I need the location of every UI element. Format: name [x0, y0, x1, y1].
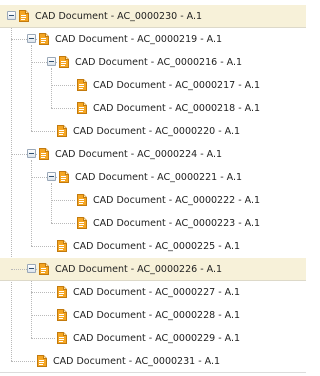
- tree-node[interactable]: CAD Document - AC_0000225 - A.1: [0, 235, 306, 258]
- collapse-toggle-icon[interactable]: [47, 172, 56, 181]
- cad-document-icon: [77, 194, 87, 206]
- tree-node-label: CAD Document - AC_0000228 - A.1: [73, 310, 241, 321]
- cad-document-icon: [39, 148, 49, 160]
- collapse-toggle-icon[interactable]: [47, 57, 56, 66]
- tree-connector-branch: [31, 292, 55, 293]
- cad-document-icon: [77, 79, 87, 91]
- cad-document-icon: [77, 102, 87, 114]
- document-tree: CAD Document - AC_0000230 - A.1 CAD Docum…: [0, 5, 306, 367]
- cad-document-icon: [57, 125, 67, 137]
- tree-node-label: CAD Document - AC_0000222 - A.1: [93, 195, 261, 206]
- cad-document-icon: [39, 263, 49, 275]
- cad-document-icon: [59, 56, 69, 68]
- tree-connector-branch: [51, 200, 75, 201]
- collapse-toggle-icon[interactable]: [27, 264, 36, 273]
- tree-connector-branch: [51, 85, 75, 86]
- tree-node[interactable]: CAD Document - AC_0000227 - A.1: [0, 281, 306, 304]
- tree-node-label: CAD Document - AC_0000229 - A.1: [73, 333, 241, 344]
- tree-node[interactable]: CAD Document - AC_0000229 - A.1: [0, 327, 306, 350]
- tree-node[interactable]: CAD Document - AC_0000230 - A.1: [0, 5, 306, 28]
- tree-node-label: CAD Document - AC_0000225 - A.1: [73, 241, 241, 252]
- tree-node-label: CAD Document - AC_0000223 - A.1: [93, 218, 261, 229]
- tree-node[interactable]: CAD Document - AC_0000222 - A.1: [0, 189, 306, 212]
- cad-document-icon: [39, 33, 49, 45]
- tree-node[interactable]: CAD Document - AC_0000218 - A.1: [0, 97, 306, 120]
- tree-node-label: CAD Document - AC_0000216 - A.1: [75, 57, 243, 68]
- tree-node[interactable]: CAD Document - AC_0000224 - A.1: [0, 143, 306, 166]
- tree-node-label: CAD Document - AC_0000221 - A.1: [75, 172, 243, 183]
- tree-connector-branch: [51, 223, 75, 224]
- tree-connector-branch: [31, 131, 55, 132]
- tree-node-label: CAD Document - AC_0000224 - A.1: [55, 149, 223, 160]
- tree-connector-branch: [31, 315, 55, 316]
- tree-node-label: CAD Document - AC_0000220 - A.1: [73, 126, 241, 137]
- tree-node-label: CAD Document - AC_0000227 - A.1: [73, 287, 241, 298]
- tree-connector-branch: [31, 338, 55, 339]
- tree-node[interactable]: CAD Document - AC_0000217 - A.1: [0, 74, 306, 97]
- cad-document-icon: [77, 217, 87, 229]
- tree-node-label: CAD Document - AC_0000231 - A.1: [53, 356, 221, 367]
- tree-node[interactable]: CAD Document - AC_0000219 - A.1: [0, 28, 306, 51]
- tree-node[interactable]: CAD Document - AC_0000220 - A.1: [0, 120, 306, 143]
- cad-document-icon: [57, 240, 67, 252]
- panel-bottom-border: [0, 372, 306, 373]
- tree-node[interactable]: CAD Document - AC_0000221 - A.1: [0, 166, 306, 189]
- collapse-toggle-icon[interactable]: [7, 11, 16, 20]
- cad-document-icon: [57, 286, 67, 298]
- cad-document-icon: [57, 309, 67, 321]
- tree-node[interactable]: CAD Document - AC_0000216 - A.1: [0, 51, 306, 74]
- tree-node[interactable]: CAD Document - AC_0000226 - A.1: [0, 258, 306, 281]
- cad-document-icon: [37, 355, 47, 367]
- tree-connector-branch: [51, 108, 75, 109]
- cad-document-icon: [57, 332, 67, 344]
- cad-document-icon: [19, 10, 29, 22]
- tree-connector-branch: [11, 361, 35, 362]
- cad-document-icon: [59, 171, 69, 183]
- tree-node[interactable]: CAD Document - AC_0000231 - A.1: [0, 350, 306, 373]
- tree-node-label: CAD Document - AC_0000218 - A.1: [93, 103, 261, 114]
- tree-node-label: CAD Document - AC_0000217 - A.1: [93, 80, 261, 91]
- tree-node-label: CAD Document - AC_0000226 - A.1: [55, 264, 223, 275]
- collapse-toggle-icon[interactable]: [27, 34, 36, 43]
- tree-connector-branch: [31, 246, 55, 247]
- collapse-toggle-icon[interactable]: [27, 149, 36, 158]
- tree-node-label: CAD Document - AC_0000219 - A.1: [55, 34, 223, 45]
- tree-node[interactable]: CAD Document - AC_0000223 - A.1: [0, 212, 306, 235]
- tree-node-label: CAD Document - AC_0000230 - A.1: [35, 11, 203, 22]
- tree-node[interactable]: CAD Document - AC_0000228 - A.1: [0, 304, 306, 327]
